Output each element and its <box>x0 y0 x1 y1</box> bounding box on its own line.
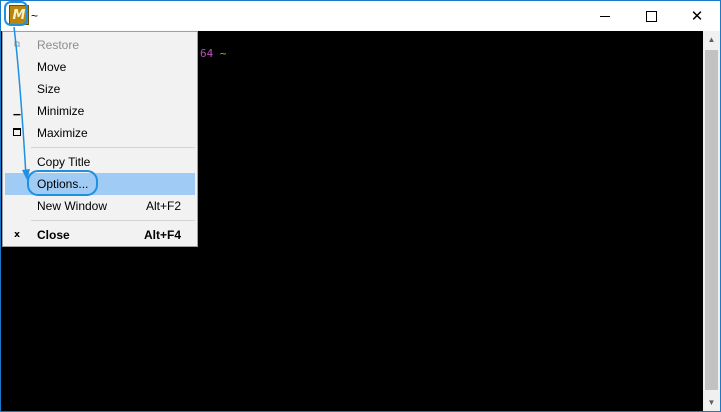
prompt-host: 64 <box>200 47 214 60</box>
close-icon: x <box>14 230 20 240</box>
scroll-up-icon[interactable]: ▲ <box>703 31 720 48</box>
vertical-scrollbar[interactable]: ▲ ▼ <box>703 31 720 411</box>
title-bar[interactable]: M ~ ✕ <box>1 1 720 31</box>
menu-item-close[interactable]: x Close Alt+F4 <box>5 224 195 246</box>
minimize-button[interactable] <box>582 1 628 31</box>
maximize-button[interactable] <box>628 1 674 31</box>
close-icon: ✕ <box>690 6 704 25</box>
menu-item-shortcut: Alt+F4 <box>143 228 181 242</box>
menu-item-shortcut: Alt+F2 <box>145 199 181 213</box>
scroll-down-icon[interactable]: ▼ <box>703 394 720 411</box>
menu-separator <box>31 220 195 221</box>
terminal-prompt: 64 ~ <box>200 47 227 60</box>
maximize-icon <box>645 10 657 22</box>
menu-item-label: New Window <box>37 199 108 213</box>
menu-item-label: Close <box>37 228 70 242</box>
menu-item-new-window[interactable]: New Window Alt+F2 <box>5 195 195 217</box>
scroll-thumb[interactable] <box>705 50 718 390</box>
callout-arrow-icon <box>13 26 30 180</box>
close-button[interactable]: ✕ <box>674 1 720 31</box>
prompt-path: ~ <box>219 47 227 60</box>
minimize-icon <box>600 15 610 17</box>
